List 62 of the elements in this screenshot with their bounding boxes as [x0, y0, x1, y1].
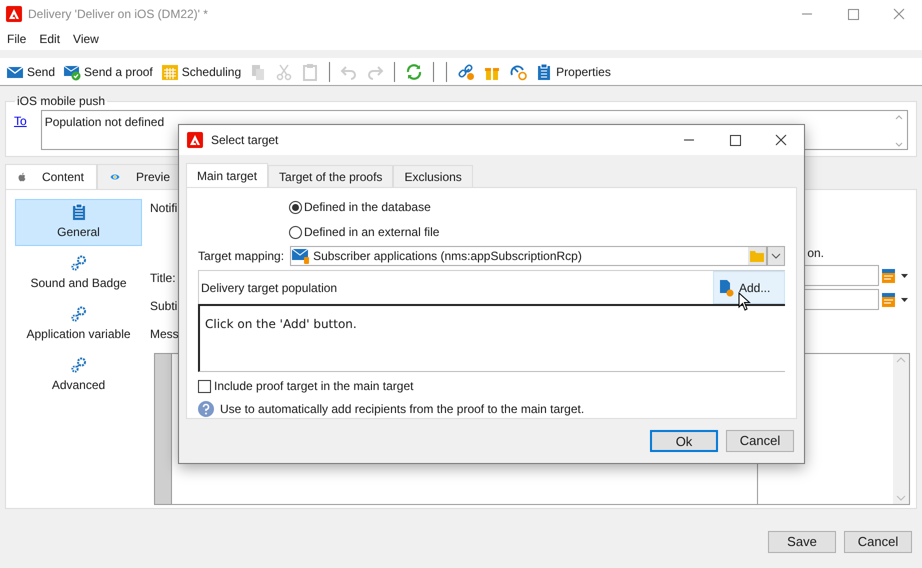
- gears-icon: [70, 357, 86, 373]
- toolbar-button[interactable]: Send a proof: [62, 60, 154, 84]
- app-logo-icon: [6, 6, 22, 22]
- refresh-icon: [405, 62, 424, 80]
- gauge-icon: [509, 62, 528, 80]
- dialog-title: Select target: [211, 132, 278, 149]
- toolbar-button[interactable]: Send: [5, 60, 56, 84]
- checkbox[interactable]: [198, 380, 211, 392]
- cancel-button[interactable]: Cancel: [726, 430, 794, 452]
- tab[interactable]: Content: [5, 164, 97, 189]
- paste-icon: [301, 62, 320, 80]
- tab[interactable]: Main target: [186, 163, 268, 187]
- field-value: Population not defined: [44, 114, 164, 131]
- window-title: Delivery 'Deliver on iOS (DM22)' *: [28, 6, 208, 23]
- mouse-cursor-icon: [738, 292, 752, 312]
- cut-icon: [275, 62, 294, 80]
- menu-item[interactable]: Edit: [39, 30, 60, 48]
- toolbar-button[interactable]: Scheduling: [160, 60, 242, 84]
- field-label: Mess: [150, 326, 180, 343]
- help-text: Use to automatically add recipients from the proof to the main target.: [220, 401, 584, 418]
- sidebar-item[interactable]: General: [15, 199, 142, 246]
- menu-item[interactable]: View: [73, 30, 99, 48]
- group-title: iOS mobile push: [16, 93, 106, 110]
- field-label: Subti: [150, 298, 178, 315]
- to-link[interactable]: To: [14, 112, 27, 150]
- scroll-arrows-icon: [894, 113, 904, 149]
- sidebar-item[interactable]: Application variable: [15, 301, 142, 348]
- mapping-field[interactable]: Subscriber applications (nms:appSubscriptionRcp): [290, 246, 767, 266]
- calendar-icon: [160, 62, 179, 80]
- section-heading: Notifi: [150, 200, 178, 217]
- template-icon[interactable]: [882, 268, 910, 284]
- toolbar-button[interactable]: Properties: [534, 60, 612, 84]
- add-document-icon: [718, 278, 734, 297]
- tab[interactable]: Target of the proofs: [268, 165, 394, 187]
- field-label: Target mapping:: [198, 248, 284, 265]
- ok-button[interactable]: Ok: [650, 430, 718, 452]
- sidebar-item[interactable]: Sound and Badge: [15, 250, 142, 297]
- chevron-down-icon: [771, 253, 781, 259]
- gears-icon: [70, 306, 86, 322]
- scrollbar-icon: [893, 354, 909, 504]
- radio-option[interactable]: Defined in the database: [289, 198, 785, 216]
- sidebar-item[interactable]: Advanced: [15, 352, 142, 399]
- radio-button[interactable]: [289, 200, 302, 214]
- field-label: Title:: [150, 270, 177, 287]
- save-button[interactable]: Save: [768, 531, 836, 553]
- template-icon[interactable]: [882, 292, 910, 308]
- hint-text: Click on the 'Add' button.: [205, 317, 357, 332]
- dropdown-button[interactable]: [767, 246, 785, 266]
- link-icon: [457, 62, 476, 80]
- note-text: on.: [807, 245, 824, 262]
- add-button[interactable]: Add...: [713, 271, 785, 304]
- menu-item[interactable]: File: [7, 30, 26, 48]
- radio-button[interactable]: [289, 226, 302, 238]
- dialog-logo-icon: [187, 132, 203, 148]
- tab[interactable]: Exclusions: [393, 165, 473, 187]
- gears-icon: [70, 255, 86, 271]
- section-label: Delivery target population: [201, 280, 338, 297]
- cancel-button[interactable]: Cancel: [844, 531, 912, 553]
- clipboard-icon: [72, 204, 86, 220]
- checkbox-option[interactable]: Include proof target in the main target: [198, 377, 785, 395]
- radio-option[interactable]: Defined in an external file: [289, 223, 785, 241]
- envelope-icon: [292, 248, 310, 264]
